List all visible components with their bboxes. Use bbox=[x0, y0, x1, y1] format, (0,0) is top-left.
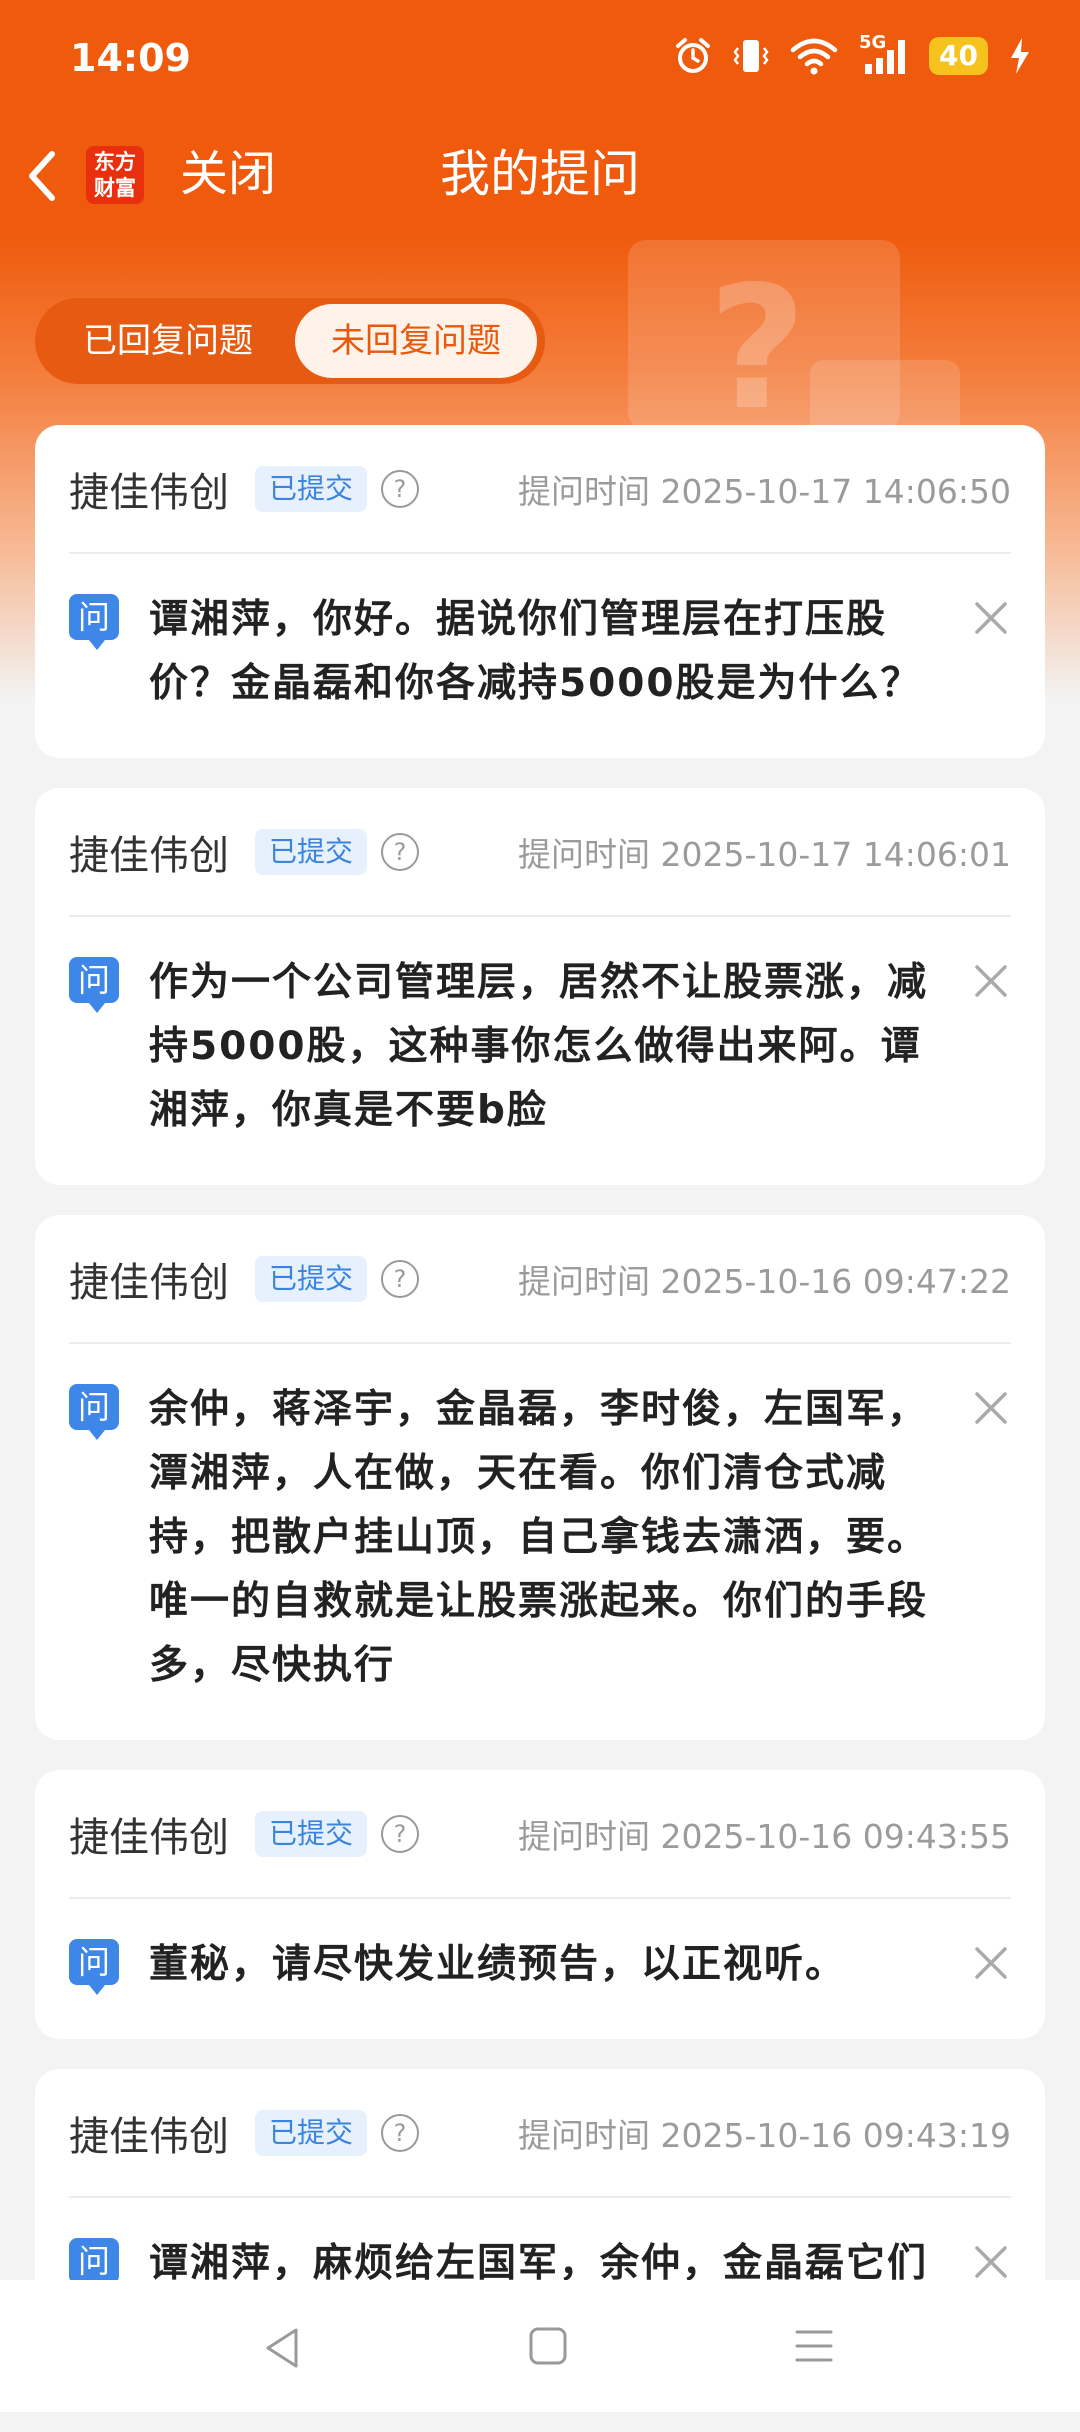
question-card: 捷佳伟创 已提交 ? 提问时间 2025-10-16 09:47:22 问 余仲… bbox=[35, 1215, 1045, 1740]
close-icon[interactable] bbox=[971, 2242, 1011, 2282]
question-body: 问 作为一个公司管理层，居然不让股票涨，减持5000股，这种事你怎么做得出来阿。… bbox=[69, 917, 1011, 1185]
close-icon[interactable] bbox=[971, 1943, 1011, 1983]
signal-icon: 5G bbox=[859, 32, 909, 76]
question-icon: 问 bbox=[69, 957, 119, 1013]
help-icon[interactable]: ? bbox=[381, 469, 420, 508]
help-icon[interactable]: ? bbox=[381, 832, 420, 871]
alarm-icon bbox=[676, 38, 711, 73]
question-header: 捷佳伟创 已提交 ? 提问时间 2025-10-16 09:43:55 bbox=[69, 1770, 1011, 1899]
company-name[interactable]: 捷佳伟创 bbox=[69, 1805, 229, 1863]
tab-switcher: 已回复问题 未回复问题 bbox=[35, 298, 545, 384]
help-icon[interactable]: ? bbox=[381, 1259, 420, 1298]
charging-icon bbox=[1011, 38, 1029, 74]
question-body: 问 余仲，蒋泽宇，金晶磊，李时俊，左国军，潭湘萍，人在做，天在看。你们清仓式减持… bbox=[69, 1344, 1011, 1740]
question-time: 提问时间 2025-10-16 09:43:55 bbox=[518, 1816, 1011, 1856]
question-card: 捷佳伟创 已提交 ? 提问时间 2025-10-16 09:43:55 问 董秘… bbox=[35, 1770, 1045, 2039]
status-badge: 已提交 bbox=[255, 1255, 368, 1302]
status-badge: 已提交 bbox=[255, 2109, 368, 2156]
question-time: 提问时间 2025-10-17 14:06:01 bbox=[518, 834, 1011, 874]
question-body: 问 董秘，请尽快发业绩预告，以正视听。 bbox=[69, 1899, 1011, 2039]
company-name[interactable]: 捷佳伟创 bbox=[69, 1250, 229, 1308]
company-name[interactable]: 捷佳伟创 bbox=[69, 823, 229, 881]
status-bar: 14:09 5G 40 bbox=[0, 0, 1080, 120]
help-icon[interactable]: ? bbox=[381, 1814, 420, 1853]
close-icon[interactable] bbox=[971, 1388, 1011, 1428]
home-square-icon[interactable] bbox=[528, 2326, 568, 2366]
question-header: 捷佳伟创 已提交 ? 提问时间 2025-10-17 14:06:01 bbox=[69, 788, 1011, 917]
question-header: 捷佳伟创 已提交 ? 提问时间 2025-10-16 09:47:22 bbox=[69, 1215, 1011, 1344]
back-triangle-icon[interactable] bbox=[262, 2326, 302, 2370]
question-time: 提问时间 2025-10-16 09:43:19 bbox=[518, 2115, 1011, 2155]
question-card: 捷佳伟创 已提交 ? 提问时间 2025-10-17 14:06:01 问 作为… bbox=[35, 788, 1045, 1185]
question-illustration: ? bbox=[628, 240, 978, 448]
question-mark-graphic: ? bbox=[708, 250, 807, 448]
title-bar: 东方 财富 关闭 我的提问 bbox=[0, 130, 1080, 220]
question-text: 余仲，蒋泽宇，金晶磊，李时俊，左国军，潭湘萍，人在做，天在看。你们清仓式减持，把… bbox=[149, 1387, 929, 1688]
question-text: 董秘，请尽快发业绩预告，以正视听。 bbox=[149, 1942, 847, 1987]
question-header: 捷佳伟创 已提交 ? 提问时间 2025-10-17 14:06:50 bbox=[69, 425, 1011, 554]
question-text: 作为一个公司管理层，居然不让股票涨，减持5000股，这种事你怎么做得出来阿。谭湘… bbox=[149, 960, 929, 1133]
question-body: 问 谭湘萍，你好。据说你们管理层在打压股价？金晶磊和你各减持5000股是为什么？ bbox=[69, 554, 1011, 758]
battery-icon: 40 bbox=[929, 37, 988, 75]
page-title: 我的提问 bbox=[440, 145, 640, 203]
status-badge: 已提交 bbox=[255, 1810, 368, 1857]
question-header: 捷佳伟创 已提交 ? 提问时间 2025-10-16 09:43:19 bbox=[69, 2069, 1011, 2198]
tab-replied[interactable]: 已回复问题 bbox=[43, 304, 293, 378]
question-card: 捷佳伟创 已提交 ? 提问时间 2025-10-17 14:06:50 问 谭湘… bbox=[35, 425, 1045, 758]
wifi-icon bbox=[790, 38, 838, 75]
help-icon[interactable]: ? bbox=[381, 2113, 420, 2152]
close-icon[interactable] bbox=[971, 598, 1011, 638]
company-name[interactable]: 捷佳伟创 bbox=[69, 460, 229, 518]
status-badge: 已提交 bbox=[255, 828, 368, 875]
clock: 14:09 bbox=[70, 36, 191, 80]
question-time: 提问时间 2025-10-16 09:47:22 bbox=[518, 1261, 1011, 1301]
company-name[interactable]: 捷佳伟创 bbox=[69, 2104, 229, 2162]
question-icon: 问 bbox=[69, 1384, 119, 1440]
question-icon: 问 bbox=[69, 594, 119, 650]
question-icon: 问 bbox=[69, 2238, 119, 2294]
menu-lines-icon[interactable] bbox=[794, 2326, 834, 2366]
system-navigation-bar bbox=[0, 2280, 1080, 2412]
close-icon[interactable] bbox=[971, 961, 1011, 1001]
question-list: 捷佳伟创 已提交 ? 提问时间 2025-10-17 14:06:50 问 谭湘… bbox=[35, 425, 1045, 2432]
question-text: 谭湘萍，你好。据说你们管理层在打压股价？金晶磊和你各减持5000股是为什么？ bbox=[149, 597, 922, 706]
status-badge: 已提交 bbox=[255, 465, 368, 512]
status-icons: 5G 40 bbox=[673, 32, 1032, 76]
vibrate-icon bbox=[733, 40, 769, 72]
question-time: 提问时间 2025-10-17 14:06:50 bbox=[518, 471, 1011, 511]
question-icon: 问 bbox=[69, 1939, 119, 1995]
tab-unreplied[interactable]: 未回复问题 bbox=[295, 304, 537, 378]
